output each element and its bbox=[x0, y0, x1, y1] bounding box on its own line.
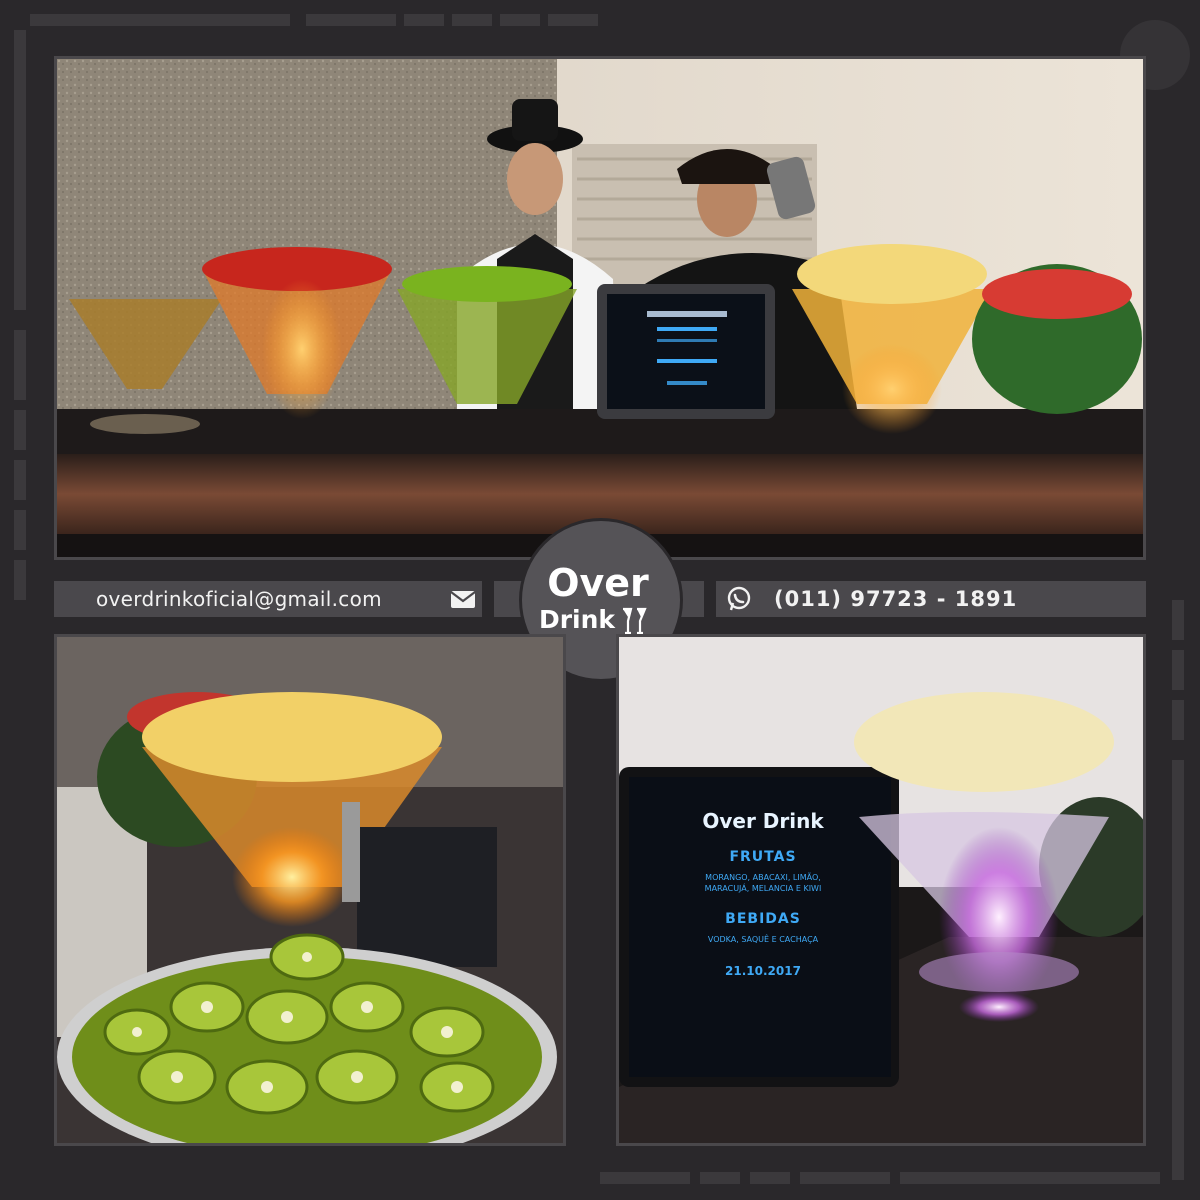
email-bar: overdrinkoficial@gmail.com bbox=[54, 581, 482, 617]
screen-section1-title: FRUTAS bbox=[729, 849, 797, 865]
bottom-deco-segment bbox=[700, 1172, 740, 1184]
envelope-icon bbox=[450, 590, 476, 609]
left-deco-segment bbox=[14, 410, 26, 450]
bottom-deco-segment bbox=[800, 1172, 890, 1184]
champagne-glasses-icon bbox=[619, 603, 649, 637]
screen-brand: Over Drink bbox=[702, 809, 824, 833]
right-deco-segment bbox=[1172, 700, 1184, 740]
top-deco-line bbox=[30, 14, 290, 26]
screen-section2-line1: VODKA, SAQUÊ E CACHAÇA bbox=[707, 935, 819, 944]
top-deco-segment bbox=[452, 14, 492, 26]
promo-collage: overdrinkoficial@gmail.com (011) 97723 -… bbox=[0, 0, 1200, 1200]
screen-date: 21.10.2017 bbox=[725, 964, 801, 978]
whatsapp-icon bbox=[726, 586, 752, 612]
phone-text[interactable]: (011) 97723 - 1891 bbox=[774, 587, 1017, 611]
logo-line1: Over bbox=[547, 561, 649, 605]
tablet-menu-photo: Over Drink FRUTAS MORANGO, ABACAXI, LIMÃ… bbox=[616, 634, 1146, 1146]
right-deco-line bbox=[1172, 760, 1184, 1180]
left-deco-segment bbox=[14, 560, 26, 600]
right-deco-segment bbox=[1172, 650, 1184, 690]
right-deco-segment bbox=[1172, 600, 1184, 640]
top-deco-segment bbox=[500, 14, 540, 26]
tablet-screen-menu: Over Drink FRUTAS MORANGO, ABACAXI, LIMÃ… bbox=[633, 787, 893, 1077]
screen-section1-line1: MORANGO, ABACAXI, LIMÃO, bbox=[705, 873, 821, 882]
phone-bar: (011) 97723 - 1891 bbox=[716, 581, 1146, 617]
bottom-deco-segment bbox=[600, 1172, 690, 1184]
email-text[interactable]: overdrinkoficial@gmail.com bbox=[96, 587, 382, 611]
bottom-deco-line bbox=[900, 1172, 1160, 1184]
screen-section2-title: BEBIDAS bbox=[725, 911, 801, 927]
logo-line2: Drink bbox=[538, 605, 616, 634]
left-deco-segment bbox=[14, 510, 26, 550]
left-deco-segment bbox=[14, 460, 26, 500]
top-deco-segment bbox=[548, 14, 598, 26]
screen-section1-line2: MARACUJÁ, MELANCIA E KIWI bbox=[704, 884, 822, 893]
left-deco-line bbox=[14, 30, 26, 310]
kiwi-pineapple-photo bbox=[54, 634, 566, 1146]
top-deco-segment bbox=[306, 14, 396, 26]
top-deco-segment bbox=[404, 14, 444, 26]
bartenders-photo bbox=[54, 56, 1146, 560]
left-deco-segment bbox=[14, 330, 26, 400]
bottom-deco-segment bbox=[750, 1172, 790, 1184]
